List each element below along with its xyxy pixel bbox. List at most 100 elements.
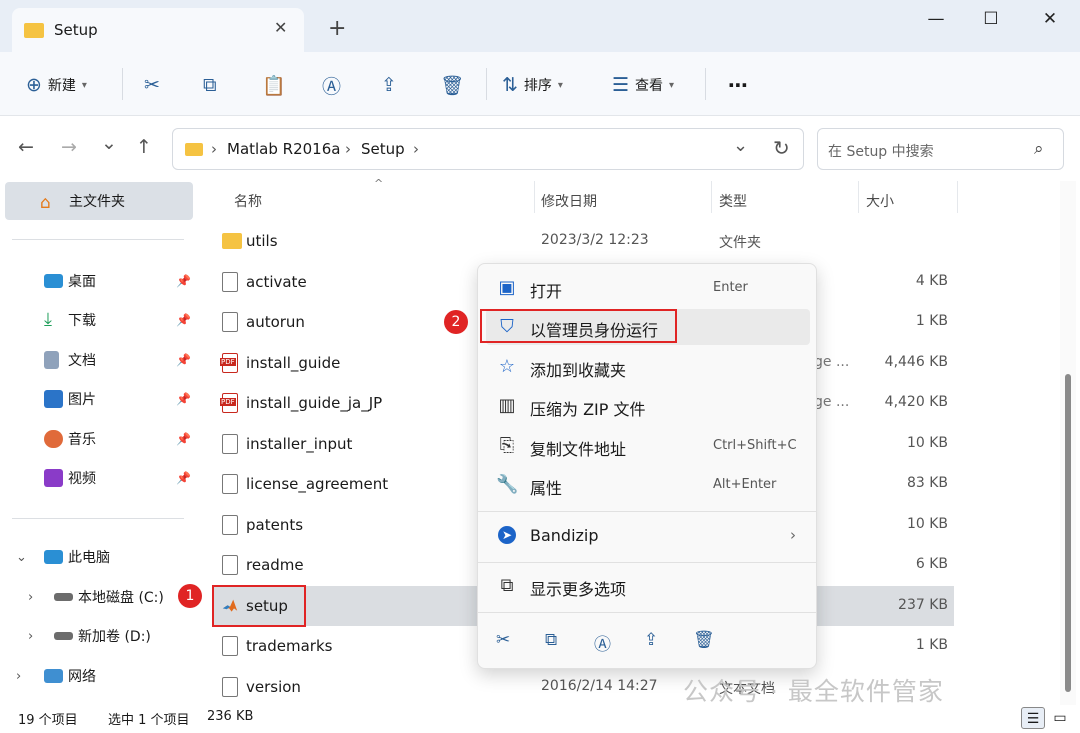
window-tab[interactable]: Setup ✕	[12, 8, 304, 52]
back-button[interactable]: ←	[18, 136, 34, 158]
sidebar-item-drive-c[interactable]: › 本地磁盘 (C:)	[0, 580, 200, 614]
breadcrumb-matlab[interactable]: Matlab R2016a	[227, 140, 340, 158]
column-header-type[interactable]: 类型	[719, 191, 747, 211]
share-icon[interactable]: ⇪	[644, 630, 658, 650]
highlight-box-setup	[212, 585, 306, 627]
menu-item-label: 压缩为 ZIP 文件	[530, 400, 646, 419]
chevron-right-icon: ›	[28, 589, 34, 605]
cut-button[interactable]: ✂	[144, 72, 160, 98]
sort-label: 排序	[523, 78, 552, 94]
paste-button[interactable]: 📋	[262, 72, 286, 98]
sidebar-item-documents[interactable]: 文档 📌	[0, 343, 200, 377]
delete-button[interactable]: 🗑	[440, 72, 464, 98]
text-file-icon	[222, 515, 238, 535]
copy-path-icon: ⎘	[499, 435, 515, 456]
pin-icon: 📌	[176, 392, 191, 406]
menu-item-add-favorites[interactable]: ☆ 添加到收藏夹	[486, 349, 810, 385]
chevron-right-icon: ›	[28, 628, 34, 644]
sidebar-item-videos[interactable]: 视频 📌	[0, 461, 200, 495]
open-icon: ▣	[498, 277, 516, 298]
sidebar-item-label: 图片	[68, 392, 96, 408]
text-file-icon	[222, 677, 238, 697]
copy-icon[interactable]: ⧉	[545, 630, 557, 650]
recent-locations-button[interactable]: ⌄	[101, 132, 117, 154]
scrollbar-thumb[interactable]	[1065, 374, 1071, 692]
rename-icon[interactable]: Ⓐ	[594, 630, 611, 655]
search-icon: ⌕	[1034, 139, 1044, 159]
sort-button[interactable]: ⇅ 排序 ▾	[502, 72, 563, 98]
video-icon	[44, 469, 63, 487]
menu-divider	[478, 511, 816, 512]
chevron-right-icon: ›	[790, 526, 796, 544]
sort-ascending-icon: ^	[374, 177, 384, 190]
file-row-utils[interactable]: utils 2023/3/2 12:23 文件夹	[214, 221, 954, 261]
more-button[interactable]: ⋯	[728, 72, 748, 98]
toolbar-divider	[486, 68, 487, 100]
sidebar-item-downloads[interactable]: ⤓ 下载 📌	[0, 303, 200, 337]
cut-icon[interactable]: ✂	[496, 630, 510, 650]
document-icon	[44, 351, 59, 369]
breadcrumb-separator: ›	[211, 140, 217, 158]
desktop-icon	[44, 274, 63, 288]
column-header-name[interactable]: 名称	[234, 191, 262, 211]
script-file-icon	[222, 272, 238, 292]
sidebar-item-drive-d[interactable]: › 新加卷 (D:)	[0, 619, 200, 653]
details-view-icon[interactable]: ☰	[1021, 707, 1045, 729]
text-file-icon	[222, 474, 238, 494]
menu-item-bandizip[interactable]: ➤ Bandizip ›	[486, 518, 810, 554]
menu-item-open[interactable]: ▣ 打开 Enter	[486, 270, 810, 306]
title-bar: Setup ✕ + — ☐ ✕	[0, 0, 1080, 52]
copy-icon: ⧉	[203, 74, 217, 96]
drive-icon	[54, 632, 73, 640]
highlight-box-run-as-admin	[480, 309, 677, 343]
search-box[interactable]: 在 Setup 中搜索 ⌕	[817, 128, 1064, 170]
sidebar-item-this-pc[interactable]: ⌄ 此电脑	[0, 540, 200, 574]
menu-item-copy-path[interactable]: ⎘ 复制文件地址 Ctrl+Shift+C	[486, 428, 810, 464]
maximize-button[interactable]: ☐	[971, 6, 1011, 32]
sidebar-item-home[interactable]: 主文件夹	[5, 182, 193, 220]
breadcrumb-setup[interactable]: Setup	[361, 140, 405, 158]
chevron-down-icon: ▾	[669, 79, 675, 91]
picture-icon	[44, 390, 63, 408]
text-file-icon	[222, 636, 238, 656]
new-tab-button[interactable]: +	[328, 18, 346, 40]
forward-button[interactable]: →	[61, 136, 77, 158]
menu-item-more-options[interactable]: ⧉ 显示更多选项	[486, 568, 810, 604]
up-button[interactable]: ↑	[136, 136, 152, 158]
trash-icon[interactable]: 🗑	[693, 630, 715, 650]
watermark: 公众号 · 最全软件管家	[683, 677, 944, 706]
chevron-down-icon: ⌄	[16, 549, 27, 565]
file-name: license_agreement	[246, 475, 389, 493]
view-button[interactable]: ☰ 查看 ▾	[612, 72, 674, 98]
address-bar[interactable]: › Matlab R2016a › Setup › ⌄	[172, 128, 804, 170]
menu-item-shortcut: Enter	[713, 280, 748, 295]
close-window-button[interactable]: ✕	[1030, 6, 1070, 32]
sidebar-item-music[interactable]: 音乐 📌	[0, 422, 200, 456]
column-header-size[interactable]: 大小	[866, 191, 894, 211]
rename-button[interactable]: Ⓐ	[322, 72, 341, 98]
music-icon	[44, 430, 63, 448]
scissors-icon: ✂	[144, 74, 160, 96]
sidebar-item-label: 桌面	[68, 274, 96, 290]
address-dropdown-icon[interactable]: ⌄	[733, 135, 748, 156]
sidebar-item-pictures[interactable]: 图片 📌	[0, 382, 200, 416]
folder-icon	[222, 233, 242, 249]
menu-item-properties[interactable]: 🔧 属性 Alt+Enter	[486, 467, 810, 503]
close-tab-icon[interactable]: ✕	[274, 18, 287, 37]
new-button[interactable]: ⊕ 新建 ▾	[26, 72, 87, 98]
share-button[interactable]: ⇪	[381, 72, 397, 98]
minimize-button[interactable]: —	[916, 6, 956, 32]
column-header-date[interactable]: 修改日期	[541, 191, 597, 211]
menu-item-label: 打开	[530, 282, 563, 301]
file-size: 1 KB	[915, 637, 948, 653]
sidebar-item-desktop[interactable]: 桌面 📌	[0, 264, 200, 298]
copy-button[interactable]: ⧉	[203, 72, 217, 98]
chevron-right-icon: ›	[16, 668, 22, 684]
sidebar-item-network[interactable]: › 网络	[0, 659, 200, 693]
file-size: 83 KB	[906, 475, 948, 491]
file-name: autorun	[246, 313, 305, 331]
menu-item-zip[interactable]: ▥ 压缩为 ZIP 文件	[486, 388, 810, 424]
menu-divider	[478, 562, 816, 563]
refresh-button[interactable]: ↻	[773, 136, 790, 160]
tiles-view-icon[interactable]: ▭	[1048, 707, 1072, 729]
